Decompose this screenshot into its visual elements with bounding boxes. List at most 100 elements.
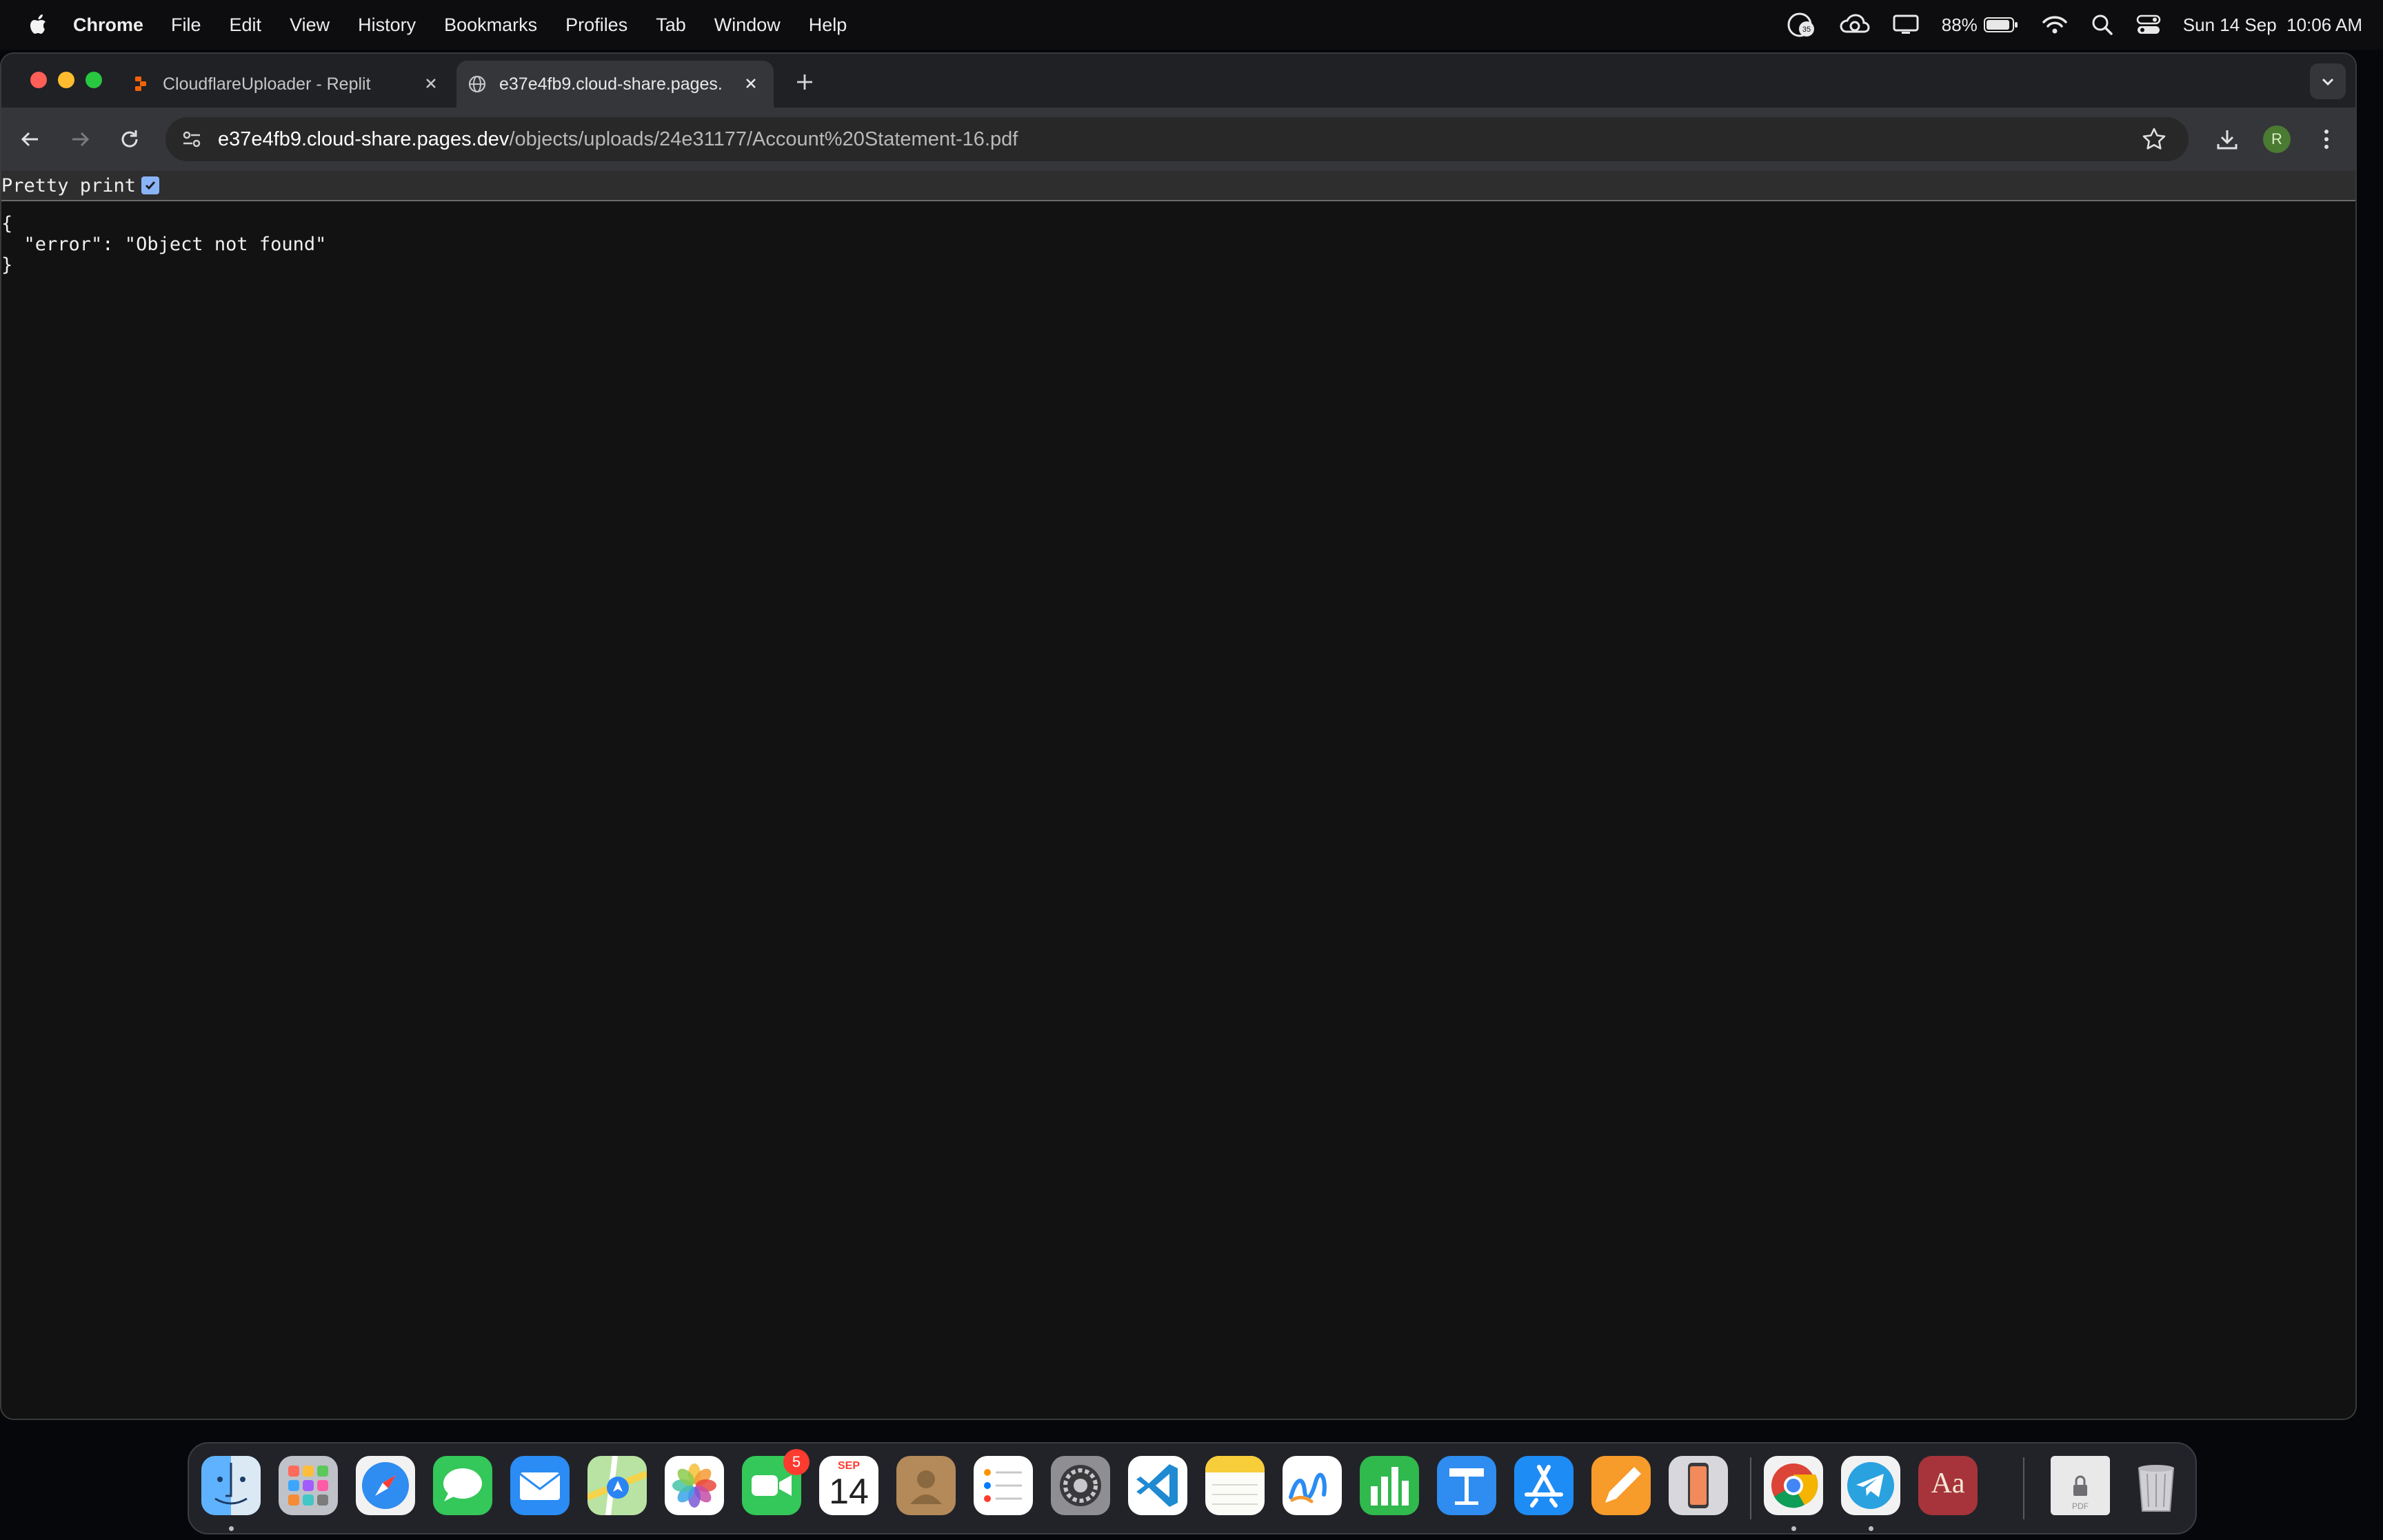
dock-messages[interactable] xyxy=(433,1456,492,1515)
dock-telegram[interactable] xyxy=(1841,1456,1900,1515)
calendar-day: 14 xyxy=(829,1472,869,1512)
dock-maps[interactable] xyxy=(587,1456,647,1515)
menu-bookmarks[interactable]: Bookmarks xyxy=(444,14,537,36)
iphone-mirroring-icon xyxy=(1669,1456,1728,1515)
messages-icon xyxy=(433,1456,492,1515)
gear-icon xyxy=(1051,1456,1110,1515)
download-icon xyxy=(2217,130,2238,150)
dictionary-label: Aa xyxy=(1931,1468,1965,1499)
dock-separator xyxy=(2023,1457,2024,1519)
checkmark-icon xyxy=(145,181,156,190)
creative-cloud-icon[interactable] xyxy=(1840,12,1870,37)
close-window-button[interactable] xyxy=(30,72,47,88)
vscode-icon xyxy=(1128,1456,1187,1515)
finder-icon xyxy=(201,1456,261,1515)
dock-freeform[interactable] xyxy=(1283,1456,1342,1515)
launchpad-icon xyxy=(279,1456,338,1515)
dock-trash[interactable] xyxy=(2126,1456,2186,1515)
new-tab-icon[interactable] xyxy=(794,72,815,92)
site-info-icon[interactable] xyxy=(178,125,205,153)
telegram-icon xyxy=(1841,1456,1900,1515)
json-line: "error": "Object not found" xyxy=(1,234,327,255)
dock-numbers[interactable] xyxy=(1360,1456,1419,1515)
reload-icon xyxy=(121,130,138,148)
menu-window[interactable]: Window xyxy=(714,14,781,36)
json-body: { "error": "Object not found"} xyxy=(1,214,326,276)
dock-system-settings[interactable] xyxy=(1051,1456,1110,1515)
menu-file[interactable]: File xyxy=(171,14,201,36)
dock-mail[interactable] xyxy=(510,1456,570,1515)
chrome-menu-button[interactable] xyxy=(2311,124,2342,154)
menu-help[interactable]: Help xyxy=(809,14,847,36)
clock[interactable]: Sun 14 Sep 10:06 AM xyxy=(2183,14,2362,36)
forward-button[interactable] xyxy=(65,124,95,154)
dock-photos[interactable] xyxy=(665,1456,724,1515)
chevron-down-icon xyxy=(2322,78,2334,86)
tab-cloudflare-uploader[interactable]: CloudflareUploader - Replit xyxy=(130,61,454,108)
dock-launchpad[interactable] xyxy=(279,1456,338,1515)
zoom-window-button[interactable] xyxy=(86,72,102,88)
running-indicator xyxy=(1791,1526,1796,1531)
dock-keynote[interactable] xyxy=(1437,1456,1496,1515)
browser-toolbar: e37e4fb9.cloud-share.pages.dev/objects/u… xyxy=(1,108,2355,171)
dock-pages[interactable] xyxy=(1591,1456,1651,1515)
notes-icon xyxy=(1205,1456,1265,1515)
reload-button[interactable] xyxy=(114,124,145,154)
browser-window: CloudflareUploader - Replit e37e4fb9.clo… xyxy=(0,52,2357,1420)
tab-active-object[interactable]: e37e4fb9.cloud-share.pages. xyxy=(456,61,774,108)
menu-tab[interactable]: Tab xyxy=(656,14,686,36)
apple-icon[interactable] xyxy=(25,11,52,39)
back-button[interactable] xyxy=(15,124,46,154)
dock-calendar[interactable]: SEP 14 xyxy=(819,1456,878,1515)
wifi-icon[interactable] xyxy=(2041,14,2069,36)
trash-icon xyxy=(2138,1465,2175,1512)
dock-reminders[interactable] xyxy=(974,1456,1033,1515)
dock-vscode[interactable] xyxy=(1128,1456,1187,1515)
status-area: 35 88% Sun 14 Sep 10:06 AM xyxy=(1764,0,2362,50)
url-host: e37e4fb9.cloud-share.pages.dev xyxy=(218,128,510,150)
photos-icon xyxy=(665,1456,724,1515)
reminders-icon xyxy=(974,1456,1033,1515)
dock-chrome[interactable] xyxy=(1764,1456,1823,1515)
numbers-chart-icon xyxy=(1360,1456,1419,1515)
dock-finder[interactable] xyxy=(201,1456,261,1515)
json-line: } xyxy=(1,254,13,276)
url-text: e37e4fb9.cloud-share.pages.dev/objects/u… xyxy=(218,128,1018,151)
pdf-label: PDF xyxy=(2072,1501,2089,1511)
control-center-icon[interactable] xyxy=(2136,14,2161,36)
menu-edit[interactable]: Edit xyxy=(230,14,262,36)
menu-bar: Chrome File Edit View History Bookmarks … xyxy=(0,0,2383,50)
tab-close-icon[interactable] xyxy=(421,73,441,94)
running-indicator xyxy=(229,1526,234,1531)
menu-history[interactable]: History xyxy=(358,14,416,36)
pretty-print-checkbox[interactable] xyxy=(141,176,160,194)
dock-safari[interactable] xyxy=(356,1456,415,1515)
pretty-print-label: Pretty print xyxy=(1,174,137,196)
dock-dictionary[interactable]: Aa xyxy=(1918,1456,1978,1515)
battery-status[interactable]: 88% xyxy=(1942,14,2019,36)
keynote-icon xyxy=(1437,1456,1496,1515)
dock-pdf-document[interactable]: PDF xyxy=(2051,1456,2110,1515)
date-time: Sun 14 Sep 10:06 AM xyxy=(2182,14,2362,35)
notification-status-icon[interactable]: 35 xyxy=(1786,11,1818,39)
address-bar[interactable]: e37e4fb9.cloud-share.pages.dev/objects/u… xyxy=(165,117,2189,161)
tab-close-icon[interactable] xyxy=(741,73,761,94)
menu-profiles[interactable]: Profiles xyxy=(565,14,627,36)
bookmark-star-icon[interactable] xyxy=(2140,125,2168,153)
dock-iphone-mirroring[interactable] xyxy=(1669,1456,1728,1515)
display-icon[interactable] xyxy=(1892,14,1920,36)
notification-count: 35 xyxy=(1802,26,1811,34)
dock-contacts[interactable] xyxy=(896,1456,956,1515)
battery-icon xyxy=(1983,17,2018,32)
minimize-window-button[interactable] xyxy=(58,72,74,88)
menu-view[interactable]: View xyxy=(290,14,330,36)
dock-app-store[interactable] xyxy=(1514,1456,1573,1515)
chrome-icon xyxy=(1764,1456,1823,1515)
dock-notes[interactable] xyxy=(1205,1456,1265,1515)
downloads-button[interactable] xyxy=(2212,124,2242,154)
menu-app-name[interactable]: Chrome xyxy=(73,14,143,36)
replit-favicon-icon xyxy=(130,73,152,95)
spotlight-search-icon[interactable] xyxy=(2091,13,2114,37)
tab-search-button[interactable] xyxy=(2310,63,2346,99)
profile-avatar[interactable]: R xyxy=(2263,125,2291,153)
